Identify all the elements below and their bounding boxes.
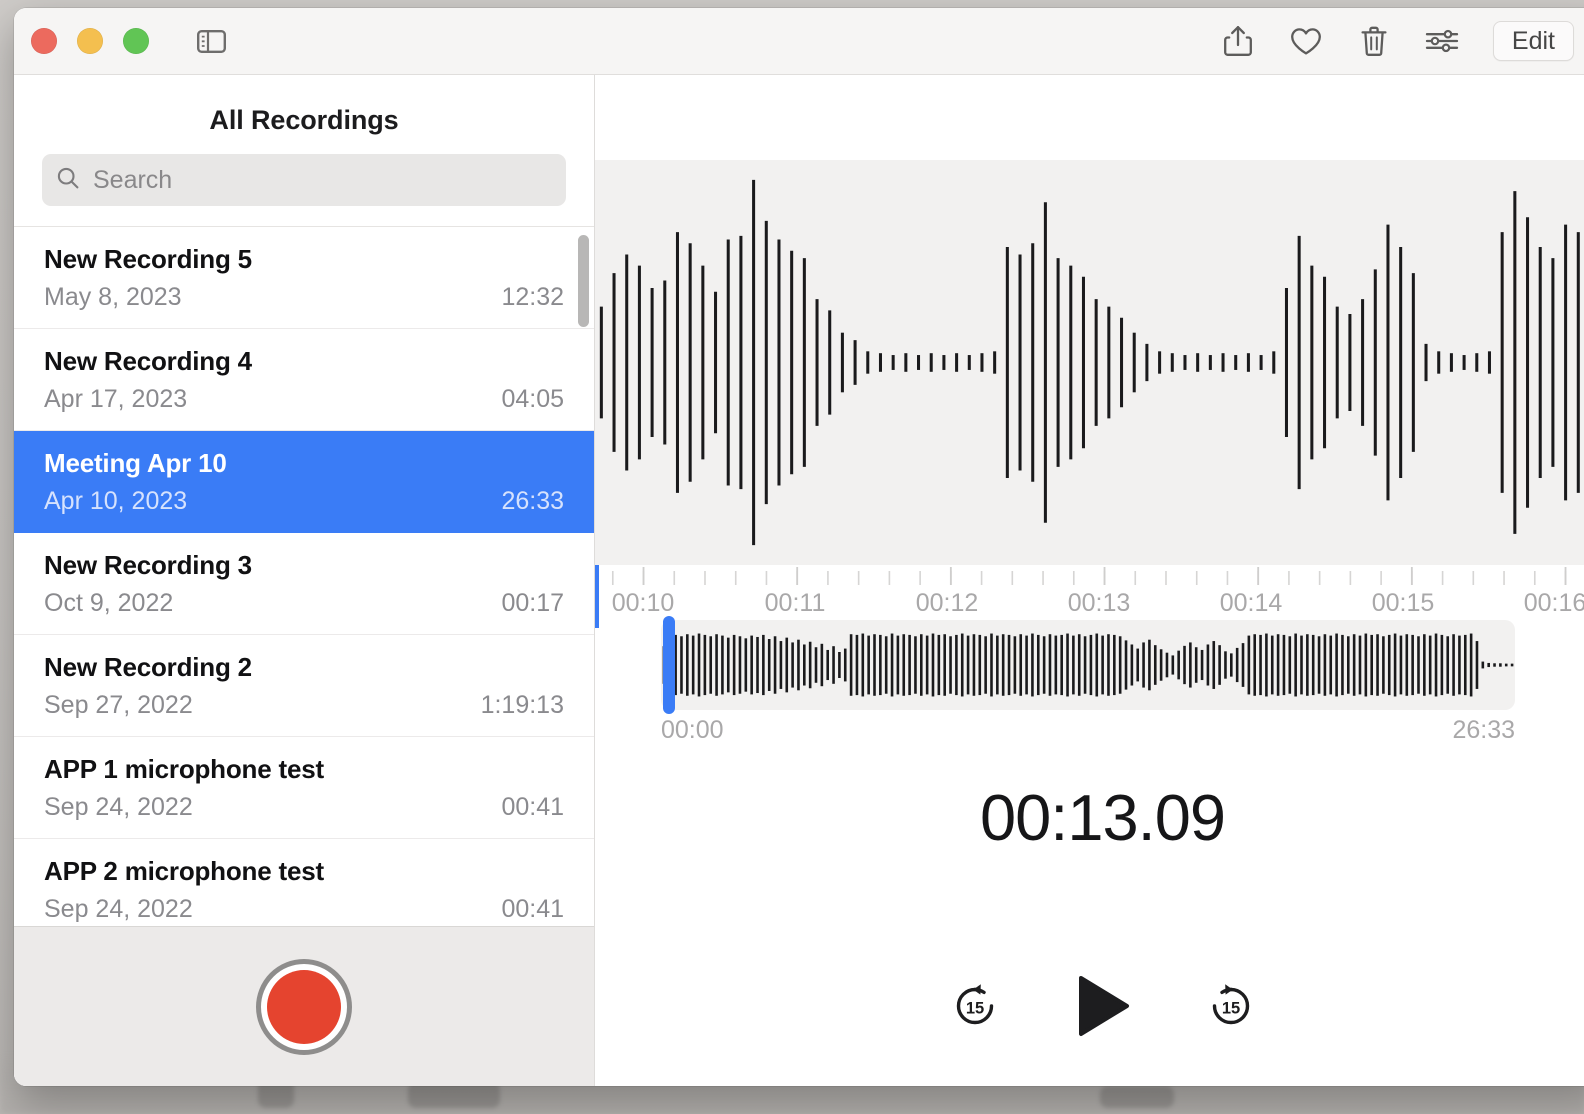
overview-time-labels: 00:00 26:33 [661, 716, 1515, 745]
ruler-tick-label: 00:14 [1219, 589, 1283, 617]
recording-date: Sep 27, 2022 [44, 690, 193, 719]
recording-title: New Recording 4 [44, 345, 252, 376]
overview-end-time: 26:33 [1452, 716, 1515, 744]
recording-duration: 00:17 [501, 588, 564, 617]
recording-date: Sep 24, 2022 [44, 792, 193, 821]
toolbar-actions: Edit [1221, 21, 1574, 61]
svg-text:15: 15 [1221, 1000, 1239, 1018]
overview-start-time: 00:00 [661, 716, 724, 744]
main-waveform-svg [599, 179, 1580, 546]
recording-list-item[interactable]: New Recording 3 Oct 9, 2022 00:17 [14, 533, 594, 635]
recording-list-item[interactable]: Meeting Apr 10 Apr 10, 2023 26:33 [14, 431, 594, 533]
current-time-display: 00:13.09 [979, 781, 1226, 854]
recording-meta: Sep 24, 2022 00:41 [44, 895, 564, 924]
ruler-tick-label: 00:10 [611, 589, 675, 617]
play-icon[interactable] [1075, 975, 1131, 1037]
window-body: All Recordings New Recording 5 May 8, 202… [14, 75, 1584, 1086]
ruler-tick-label: 00:15 [1371, 589, 1435, 617]
skip-forward-15-icon[interactable]: 15 [1205, 980, 1257, 1032]
recording-title: APP 1 microphone test [44, 753, 324, 784]
recording-meta: Oct 9, 2022 00:17 [44, 589, 564, 618]
search-input[interactable] [91, 164, 552, 196]
list-scrollbar[interactable] [578, 235, 589, 327]
recording-list-item[interactable]: New Recording 4 Apr 17, 2023 04:05 [14, 329, 594, 431]
traffic-lights [31, 28, 149, 54]
share-icon[interactable] [1221, 24, 1255, 58]
recording-duration: 04:05 [501, 384, 564, 413]
recording-meta: Apr 10, 2023 26:33 [44, 487, 564, 516]
recording-date: Oct 9, 2022 [44, 588, 174, 617]
page-title: All Recordings [209, 105, 399, 135]
recording-duration: 1:19:13 [480, 690, 564, 719]
recording-title: New Recording 3 [44, 549, 252, 580]
edit-button[interactable]: Edit [1492, 21, 1574, 61]
recording-date: Apr 17, 2023 [44, 384, 188, 413]
ruler-tick-label: 00:12 [915, 589, 979, 617]
heart-icon[interactable] [1289, 24, 1323, 58]
zoom-button[interactable] [123, 28, 149, 54]
recording-date: May 8, 2023 [44, 282, 182, 311]
recording-title: Meeting Apr 10 [44, 447, 227, 478]
record-button[interactable] [256, 959, 352, 1055]
sliders-icon[interactable] [1425, 24, 1459, 58]
ruler-tick-label: 00:13 [1067, 589, 1131, 617]
overview-waveform-svg [662, 633, 1514, 697]
recording-title: New Recording 2 [44, 651, 252, 682]
ruler-ticks [611, 567, 1567, 585]
player-detail-pane: 00:10 00:11 00:12 00:13 00:14 00:15 00:16 00:0… [595, 75, 1584, 1086]
overview-scrubber[interactable] [661, 616, 1515, 714]
skip-back-15-icon[interactable]: 15 [949, 980, 1001, 1032]
recording-list-item[interactable]: New Recording 5 May 8, 2023 12:32 [14, 227, 594, 329]
dock-item [1100, 1086, 1174, 1108]
recording-duration: 26:33 [501, 486, 564, 515]
recordings-list[interactable]: New Recording 5 May 8, 2023 12:32 New Recor… [14, 226, 594, 926]
minimize-button[interactable] [77, 28, 103, 54]
recording-date: Apr 10, 2023 [44, 486, 188, 515]
recording-meta: Sep 27, 2022 1:19:13 [44, 691, 564, 720]
recording-list-item[interactable]: APP 2 microphone test Sep 24, 2022 00:41 [14, 839, 594, 926]
ruler-tick-label: 00:11 [764, 589, 826, 617]
recording-meta: May 8, 2023 12:32 [44, 283, 564, 312]
recording-title: APP 2 microphone test [44, 855, 324, 886]
recording-duration: 00:41 [501, 792, 564, 821]
voice-memos-window: Edit All Recordings New Record [14, 8, 1584, 1086]
recording-meta: Apr 17, 2023 04:05 [44, 385, 564, 414]
recording-duration: 12:32 [501, 282, 564, 311]
recording-list-item[interactable]: New Recording 2 Sep 27, 2022 1:19:13 [14, 635, 594, 737]
recording-list-item[interactable]: APP 1 microphone test Sep 24, 2022 00:41 [14, 737, 594, 839]
trash-icon[interactable] [1357, 24, 1391, 58]
transport-controls: 15 15 [595, 975, 1584, 1037]
sidebar-toggle-icon[interactable] [193, 26, 229, 56]
close-button[interactable] [31, 28, 57, 54]
window-titlebar: Edit [14, 8, 1584, 75]
record-dot [267, 970, 341, 1044]
main-waveform[interactable] [595, 160, 1584, 565]
recordings-sidebar: All Recordings New Recording 5 May 8, 202… [14, 75, 595, 1086]
recording-title: New Recording 5 [44, 243, 252, 274]
ruler-tick-label: 00:16 [1523, 589, 1584, 617]
svg-text:15: 15 [965, 1000, 983, 1018]
recording-duration: 00:41 [501, 894, 564, 923]
recording-meta: Sep 24, 2022 00:41 [44, 793, 564, 822]
overview-playhead[interactable] [663, 616, 675, 714]
search-icon [56, 166, 80, 195]
search-container [14, 154, 594, 226]
recording-date: Sep 24, 2022 [44, 894, 193, 923]
record-toolbar [14, 926, 594, 1086]
search-field[interactable] [42, 154, 566, 206]
timeline-ruler: 00:10 00:11 00:12 00:13 00:14 00:15 00:16 [595, 565, 1584, 627]
